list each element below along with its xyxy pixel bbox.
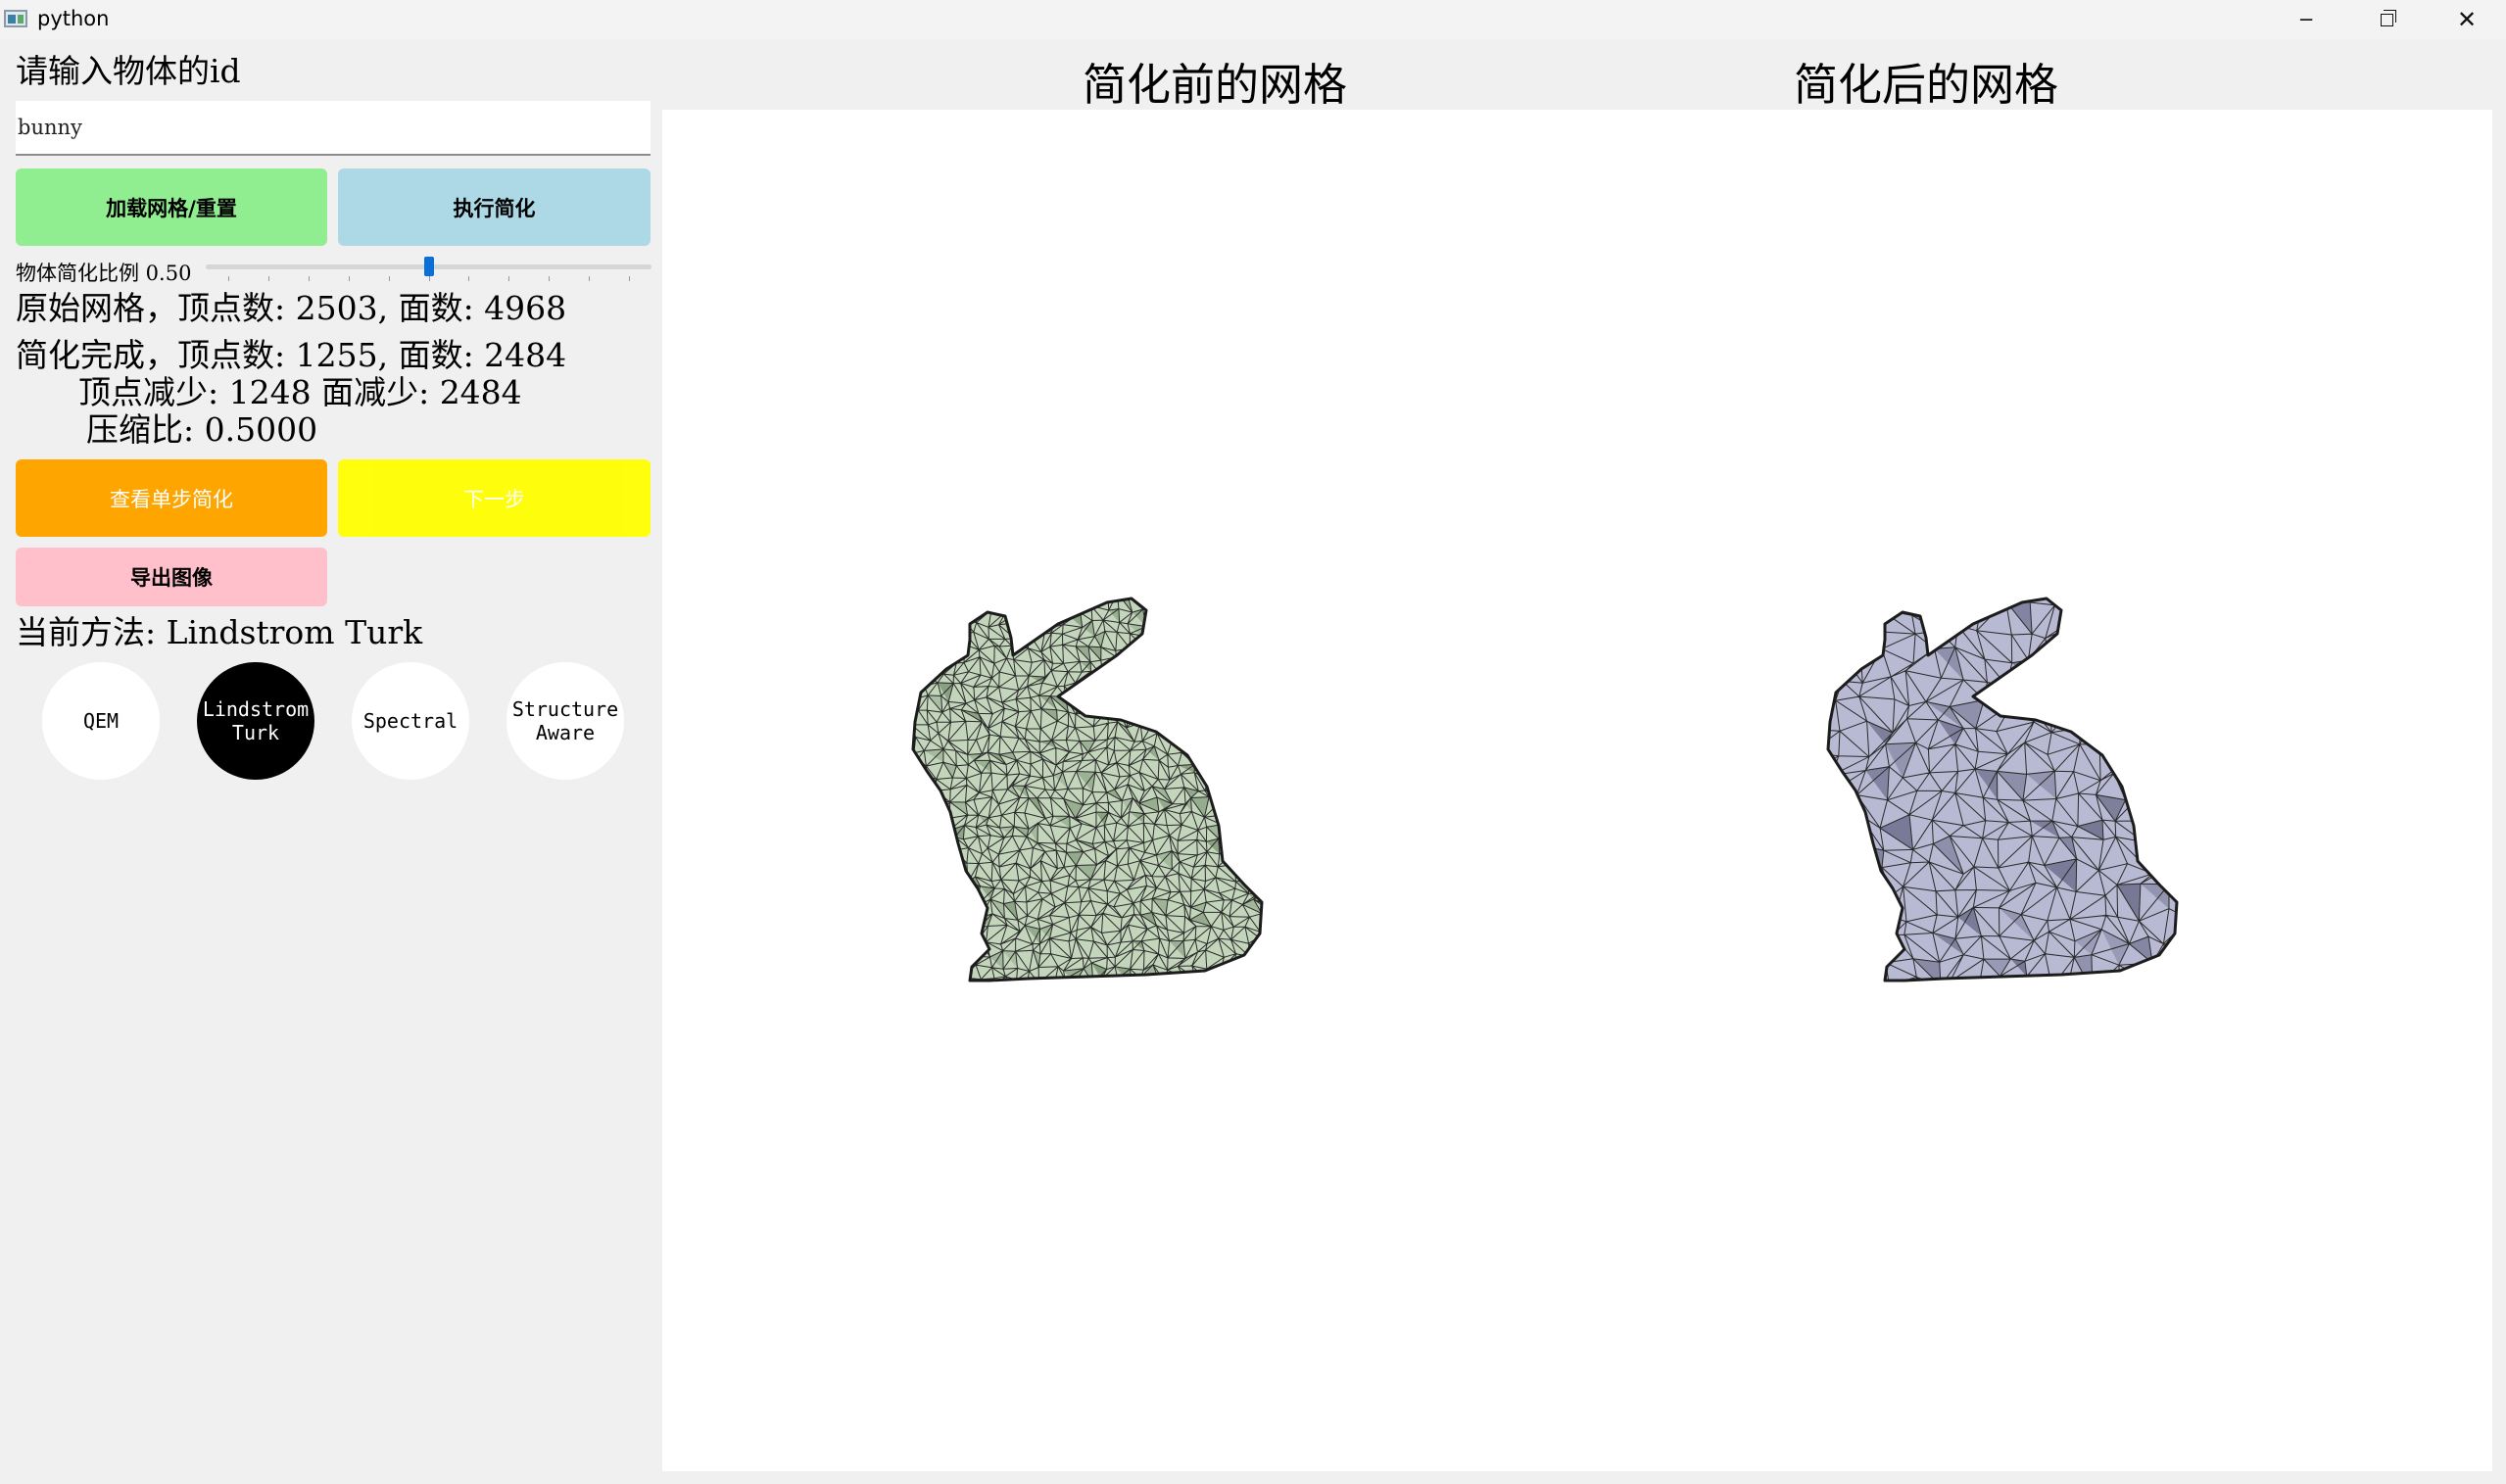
reduction-info: 顶点减少: 1248 面减少: 2484 (78, 373, 522, 411)
title-bar: python ─ ✕ (0, 0, 2506, 39)
method-structure-aware-button[interactable]: Structure Aware (506, 662, 624, 780)
window-title: python (37, 7, 110, 30)
current-method-label: 当前方法: Lindstrom Turk (16, 613, 423, 651)
next-step-button[interactable]: 下一步 (338, 459, 651, 537)
load-mesh-button[interactable]: 加载网格/重置 (16, 168, 327, 246)
slider-tick (428, 276, 430, 281)
simplify-result-info: 简化完成，顶点数: 1255, 面数: 2484 (16, 336, 567, 374)
run-simplify-button[interactable]: 执行简化 (338, 168, 651, 246)
slider-tick (629, 276, 631, 281)
bunny-mesh-before (911, 597, 1264, 982)
mesh-viewport[interactable] (662, 110, 2492, 1471)
slider-tick (589, 276, 591, 281)
slider-tick (308, 276, 310, 281)
bunny-mesh-after (1826, 597, 2179, 982)
original-mesh-info: 原始网格，顶点数: 2503, 面数: 4968 (16, 289, 567, 327)
ratio-label: 物体简化比例 0.50 (16, 262, 192, 285)
close-icon: ✕ (2456, 6, 2478, 33)
method-lindstrom-turk-button[interactable]: Lindstrom Turk (197, 662, 314, 780)
slider-tick (388, 276, 390, 281)
before-mesh-title: 简化前的网格 (1083, 59, 1348, 111)
export-image-button[interactable]: 导出图像 (16, 548, 327, 606)
method-spectral-button[interactable]: Spectral (352, 662, 469, 780)
slider-tick (227, 276, 229, 281)
method-qem-button[interactable]: QEM (42, 662, 160, 780)
slider-handle[interactable] (423, 257, 434, 276)
minimize-button[interactable]: ─ (2267, 0, 2345, 39)
id-prompt-label: 请输入物体的id (16, 52, 241, 90)
object-id-input[interactable] (16, 101, 651, 156)
slider-tick (508, 276, 510, 281)
ratio-slider[interactable] (206, 255, 651, 284)
step-simplify-button[interactable]: 查看单步简化 (16, 459, 327, 537)
minimize-icon: ─ (2299, 8, 2313, 31)
compression-ratio-info: 压缩比: 0.5000 (86, 410, 318, 449)
slider-tick (348, 276, 350, 281)
restore-icon (2380, 9, 2396, 26)
app-icon (4, 10, 27, 27)
after-mesh-title: 简化后的网格 (1794, 59, 2059, 111)
viewport-canvas (911, 597, 2179, 982)
slider-tick (267, 276, 269, 281)
slider-tick (549, 276, 551, 281)
restore-button[interactable] (2347, 0, 2426, 39)
close-button[interactable]: ✕ (2428, 0, 2506, 39)
slider-tick (468, 276, 470, 281)
